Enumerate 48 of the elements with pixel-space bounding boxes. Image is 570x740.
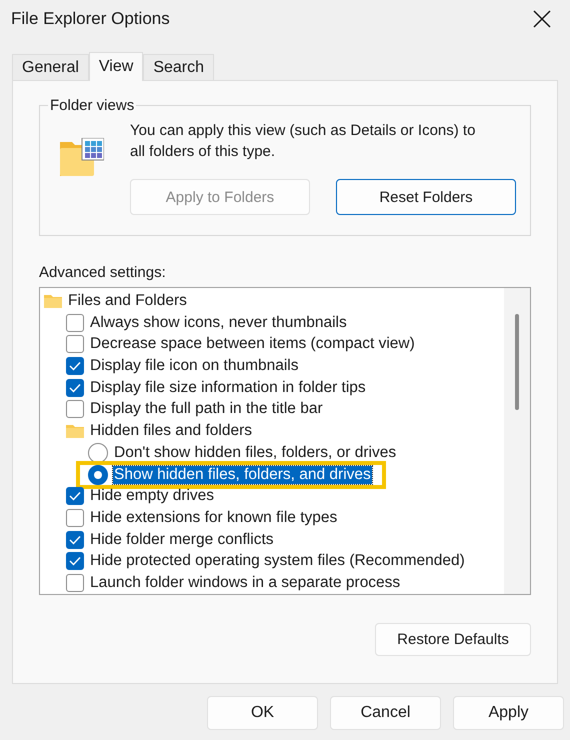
checkbox[interactable]	[66, 357, 84, 376]
checkbox-label[interactable]: Display the full path in the title bar	[89, 400, 324, 418]
checkbox-label[interactable]: Hide folder merge conflicts	[89, 530, 274, 549]
checkbox-label[interactable]: Always show icons, never thumbnails	[89, 314, 348, 332]
checkbox[interactable]	[66, 552, 84, 570]
tree-folder-label[interactable]: Hidden files and folders	[89, 422, 253, 440]
checkbox-label[interactable]: Display file icon on thumbnails	[89, 357, 300, 376]
folder-icon	[66, 424, 84, 438]
checkbox[interactable]	[66, 400, 84, 418]
checkbox-label[interactable]: Hide empty drives	[89, 487, 216, 506]
checkbox[interactable]	[66, 509, 84, 528]
restore-defaults-button[interactable]: Restore Defaults	[375, 623, 531, 656]
checkbox-label[interactable]: Hide protected operating system files (Recommended)	[89, 552, 466, 570]
folder-view-icon	[60, 138, 104, 176]
checkbox-label[interactable]: Launch folder windows in a separate process	[89, 574, 402, 592]
checkbox[interactable]	[66, 378, 84, 397]
checkbox[interactable]	[66, 335, 84, 354]
check-icon	[69, 534, 81, 545]
advanced-settings-label: Advanced settings:	[39, 264, 167, 281]
check-icon	[69, 556, 81, 566]
checkbox[interactable]	[66, 574, 84, 592]
scrollbar[interactable]	[504, 288, 530, 594]
folder-icon	[44, 294, 62, 308]
dialog-button[interactable]: Apply	[453, 696, 564, 730]
radio-button[interactable]	[88, 464, 108, 485]
folder-views-description: You can apply this view (such as Details or Icons) to all folders of this type.	[130, 121, 476, 162]
close-icon	[532, 9, 552, 29]
tab[interactable]: Search	[143, 54, 214, 80]
checkbox-label[interactable]: Hide extensions for known file types	[89, 509, 338, 528]
reset-folders-button[interactable]: Reset Folders	[336, 179, 516, 215]
check-icon	[69, 361, 81, 372]
tab[interactable]: View	[88, 52, 144, 81]
group-title: Folder views	[49, 97, 136, 114]
dialog-button[interactable]: Cancel	[330, 696, 441, 730]
window-title: File Explorer Options	[11, 9, 170, 29]
checkbox[interactable]	[66, 530, 84, 549]
checkbox-label[interactable]: Display file size information in folder tips	[89, 378, 367, 397]
checkbox-label[interactable]: Decrease space between items (compact view)	[89, 335, 416, 354]
dialog-button[interactable]: OK	[207, 696, 318, 730]
check-icon	[69, 382, 81, 393]
radio-label[interactable]: Show hidden files, folders, and drives	[113, 466, 372, 484]
check-icon	[69, 491, 81, 502]
checkbox[interactable]	[66, 487, 84, 506]
radio-button[interactable]	[88, 442, 108, 463]
radio-label[interactable]: Don't show hidden files, folders, or drives	[113, 444, 398, 462]
tree-folder-label[interactable]: Files and Folders	[67, 292, 188, 310]
tab[interactable]: General	[12, 54, 89, 80]
checkbox[interactable]	[66, 314, 84, 332]
